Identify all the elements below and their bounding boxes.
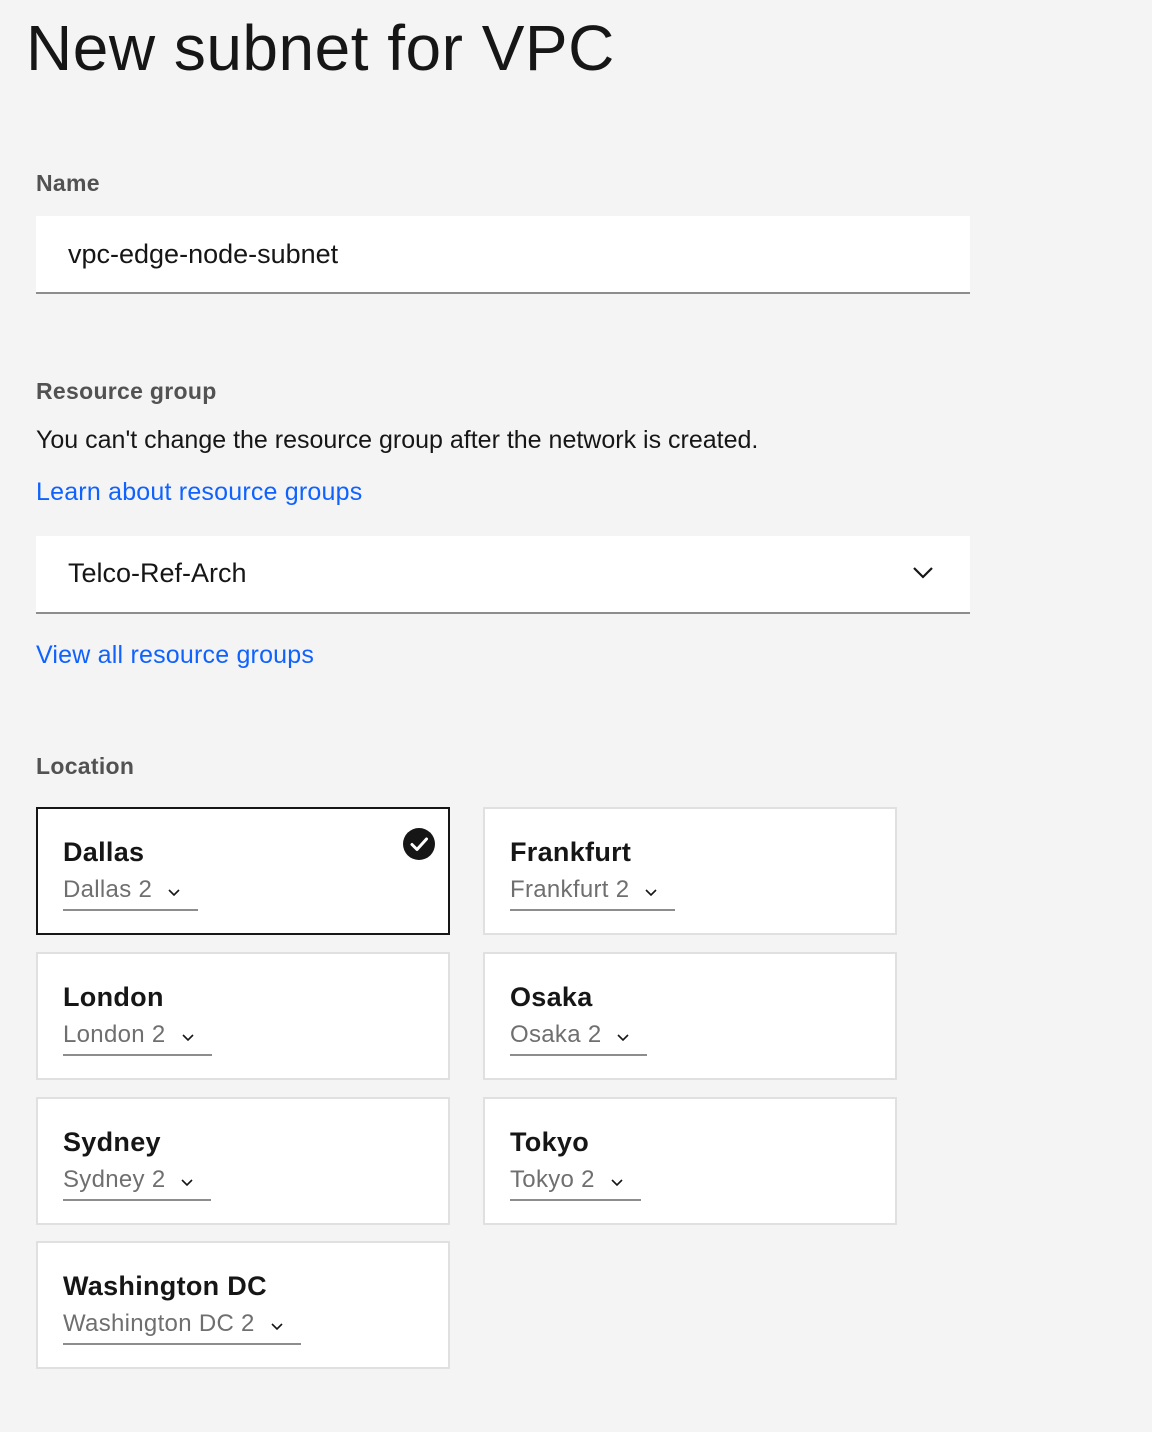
- chevron-down-icon: [645, 889, 657, 897]
- name-label: Name: [36, 170, 100, 196]
- learn-about-resource-groups-link[interactable]: Learn about resource groups: [36, 478, 362, 507]
- location-tile-name: Dallas: [63, 837, 145, 867]
- page-title: New subnet for VPC: [26, 12, 615, 84]
- zone-select-value: Sydney 2: [63, 1166, 166, 1193]
- zone-select[interactable]: Frankfurt 2: [510, 875, 676, 911]
- view-all-resource-groups-link[interactable]: View all resource groups: [36, 641, 314, 670]
- location-tile-washington-dc[interactable]: Washington DC Washington DC 2: [36, 1241, 450, 1369]
- zone-select-value: Dallas 2: [63, 876, 153, 903]
- zone-select-value: Washington DC 2: [63, 1310, 255, 1337]
- zone-select[interactable]: Sydney 2: [63, 1165, 212, 1201]
- location-tile-london[interactable]: London London 2: [36, 952, 450, 1080]
- resource-group-label: Resource group: [36, 378, 217, 404]
- location-tile-sydney[interactable]: Sydney Sydney 2: [36, 1097, 450, 1225]
- zone-select-value: Tokyo 2: [510, 1166, 595, 1193]
- resource-group-helper-text: You can't change the resource group afte…: [36, 426, 759, 454]
- chevron-down-icon: [617, 1034, 630, 1042]
- chevron-down-icon: [913, 567, 933, 579]
- location-tile-osaka[interactable]: Osaka Osaka 2: [483, 952, 897, 1080]
- zone-select[interactable]: Osaka 2: [510, 1020, 648, 1056]
- zone-select[interactable]: London 2: [63, 1020, 212, 1056]
- chevron-down-icon: [181, 1034, 194, 1042]
- zone-select-value: Osaka 2: [510, 1021, 602, 1048]
- checkmark-filled-icon: [403, 828, 435, 860]
- location-tile-dallas[interactable]: Dallas Dallas 2: [36, 807, 450, 935]
- location-label: Location: [36, 753, 135, 779]
- zone-select[interactable]: Washington DC 2: [63, 1309, 301, 1345]
- location-tile-name: Frankfurt: [510, 837, 632, 867]
- chevron-down-icon: [611, 1179, 623, 1187]
- zone-select[interactable]: Dallas 2: [63, 875, 199, 911]
- zone-select-value: London 2: [63, 1021, 166, 1048]
- location-tile-name: Osaka: [510, 982, 593, 1012]
- location-tile-name: Tokyo: [510, 1127, 590, 1157]
- location-tile-name: Sydney: [63, 1127, 161, 1157]
- location-tile-name: London: [63, 982, 164, 1012]
- resource-group-selected-value: Telco-Ref-Arch: [68, 558, 247, 588]
- chevron-down-icon: [271, 1323, 283, 1331]
- location-tile-tokyo[interactable]: Tokyo Tokyo 2: [483, 1097, 897, 1225]
- chevron-down-icon: [168, 889, 180, 897]
- resource-group-select[interactable]: Telco-Ref-Arch: [36, 536, 970, 614]
- zone-select-value: Frankfurt 2: [510, 876, 630, 903]
- location-tile-frankfurt[interactable]: Frankfurt Frankfurt 2: [483, 807, 897, 935]
- chevron-down-icon: [181, 1179, 194, 1187]
- zone-select[interactable]: Tokyo 2: [510, 1165, 641, 1201]
- location-tile-name: Washington DC: [63, 1271, 267, 1301]
- name-input[interactable]: [36, 216, 970, 294]
